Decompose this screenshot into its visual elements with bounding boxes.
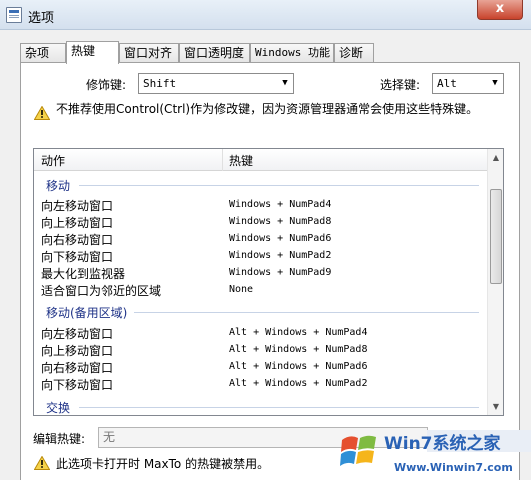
- list-item-action[interactable]: 最大化到监视器: [41, 265, 125, 282]
- chevron-down-icon: ▼: [492, 78, 498, 88]
- group-divider: [79, 185, 479, 186]
- svg-text:Win7系统之家: Win7系统之家: [384, 433, 501, 454]
- group-divider: [79, 407, 479, 408]
- tab-windows-features[interactable]: Windows 功能: [250, 43, 334, 63]
- modifier-warning-text: 不推荐使用Control(Ctrl)作为修改键，因为资源管理器通常会使用这些特殊…: [56, 102, 479, 116]
- list-item-action[interactable]: 适合窗口为邻近的区域: [41, 282, 161, 299]
- modifier-select[interactable]: Shift ▼: [138, 73, 294, 94]
- win7-watermark-logo: Win7系统之家 Www.Winwin7.com: [340, 430, 531, 474]
- list-item-hotkey[interactable]: Alt + Windows + NumPad2: [229, 378, 367, 389]
- modifier-label: 修饰键:: [86, 78, 127, 92]
- close-button[interactable]: x: [477, 0, 523, 20]
- edit-hotkey-label: 编辑热键:: [33, 432, 86, 446]
- list-item-action[interactable]: 向右移动窗口: [41, 231, 113, 248]
- list-item-hotkey[interactable]: Alt + Windows + NumPad6: [229, 361, 367, 372]
- list-item-hotkey[interactable]: Windows + NumPad6: [229, 233, 331, 244]
- tab-misc[interactable]: 杂项: [20, 43, 66, 63]
- list-item-action[interactable]: 向左移动窗口: [41, 197, 113, 214]
- select-key-value: Alt: [437, 77, 457, 90]
- window-title: 选项: [28, 11, 55, 26]
- group-header-swap: 交换: [46, 401, 71, 415]
- list-item-action[interactable]: 向左移动窗口: [41, 325, 113, 342]
- title-bar: 选项 x: [0, 0, 531, 30]
- tab-hotkeys[interactable]: 热键: [66, 41, 119, 64]
- select-key-label: 选择键:: [380, 78, 421, 92]
- column-divider[interactable]: [222, 149, 223, 171]
- warning-icon: [34, 106, 50, 120]
- list-item-hotkey[interactable]: Windows + NumPad9: [229, 267, 331, 278]
- hotkeys-disabled-warning-text: 此选项卡打开时 MaxTo 的热键被禁用。: [56, 457, 270, 471]
- list-item-action[interactable]: 向右移动窗口: [41, 359, 113, 376]
- scroll-down-icon[interactable]: ▼: [488, 398, 503, 415]
- column-hotkey[interactable]: 热键: [229, 152, 253, 169]
- group-header-move-alternate: 移动(备用区域): [46, 306, 128, 320]
- list-header: 动作 热键: [34, 149, 487, 171]
- tab-window-opacity[interactable]: 窗口透明度: [179, 43, 250, 63]
- hotkey-list[interactable]: 动作 热键 移动 向左移动窗口 Windows + NumPad4 向上移动窗口…: [33, 148, 504, 416]
- warning-icon: [34, 456, 50, 470]
- column-action[interactable]: 动作: [41, 152, 65, 169]
- list-item-hotkey[interactable]: Alt + Windows + NumPad4: [229, 327, 367, 338]
- list-item-hotkey[interactable]: Windows + NumPad8: [229, 216, 331, 227]
- list-item-action[interactable]: 向下移动窗口: [41, 376, 113, 393]
- list-item-hotkey[interactable]: Windows + NumPad4: [229, 199, 331, 210]
- select-key-select[interactable]: Alt ▼: [432, 73, 504, 94]
- list-item-hotkey[interactable]: None: [229, 284, 253, 295]
- chevron-down-icon: ▼: [282, 78, 288, 88]
- list-item-hotkey[interactable]: Alt + Windows + NumPad8: [229, 344, 367, 355]
- scroll-up-icon[interactable]: ▲: [488, 149, 503, 166]
- modifier-value: Shift: [143, 77, 177, 90]
- tab-window-snap[interactable]: 窗口对齐: [119, 43, 179, 63]
- list-item-action[interactable]: 向上移动窗口: [41, 214, 113, 231]
- list-item-action[interactable]: 向下移动窗口: [41, 248, 113, 265]
- scroll-thumb[interactable]: [490, 189, 502, 284]
- group-header-move: 移动: [46, 179, 71, 193]
- list-item-hotkey[interactable]: Windows + NumPad2: [229, 250, 331, 261]
- tab-diagnostics[interactable]: 诊断: [334, 43, 374, 63]
- window-icon: [6, 7, 22, 23]
- svg-text:Www.Winwin7.com: Www.Winwin7.com: [394, 461, 513, 474]
- list-scrollbar[interactable]: ▲ ▼: [487, 149, 503, 415]
- group-divider: [134, 312, 479, 313]
- list-item-action[interactable]: 向上移动窗口: [41, 342, 113, 359]
